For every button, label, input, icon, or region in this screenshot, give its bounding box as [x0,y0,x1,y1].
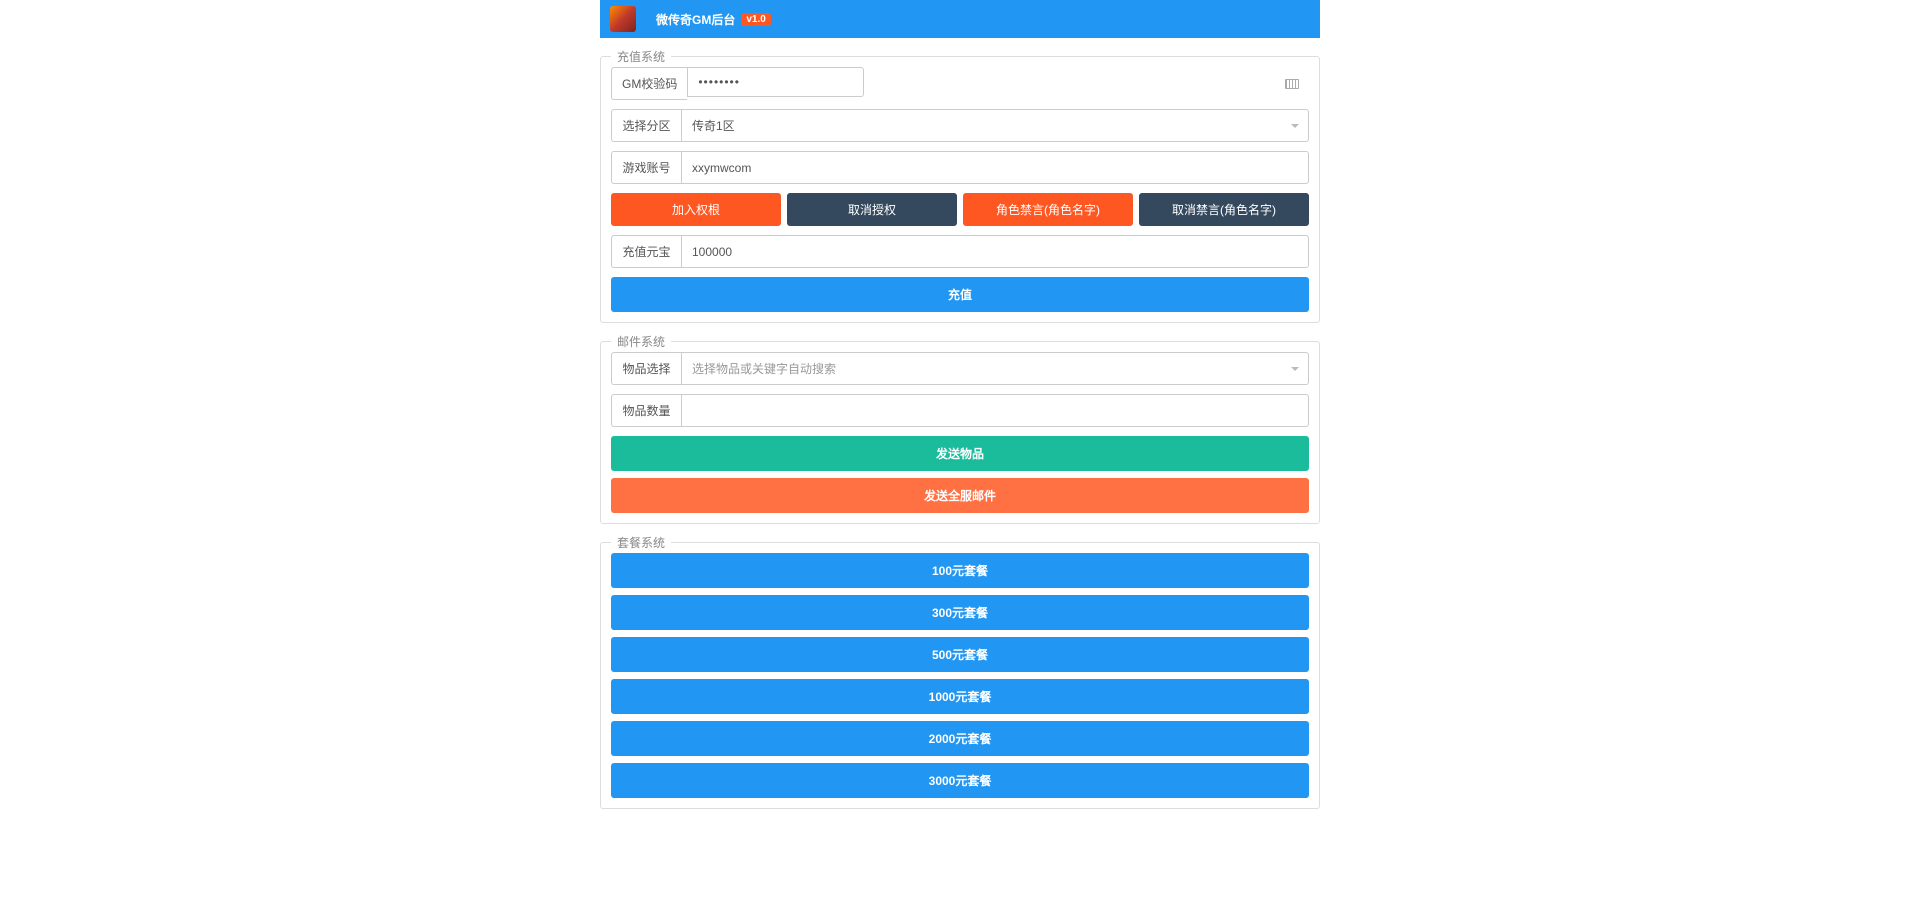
package-button-3000[interactable]: 3000元套餐 [611,763,1309,798]
account-input[interactable] [681,151,1309,184]
package-button-100[interactable]: 100元套餐 [611,553,1309,588]
amount-label: 充值元宝 [611,235,681,268]
recharge-button[interactable]: 充值 [611,277,1309,312]
recharge-panel: 充值系统 GM校验码 选择分区 传奇1区 游戏账号 加入权根 取消授权 角色禁言… [600,56,1320,323]
chevron-down-icon [1291,367,1299,371]
item-select-placeholder: 选择物品或关键字自动搜索 [681,352,1309,385]
amount-input[interactable] [681,235,1309,268]
gm-code-group: GM校验码 [611,67,1309,100]
send-all-mail-button[interactable]: 发送全服邮件 [611,478,1309,513]
header-bar: 微传奇GM后台 v1.0 [600,0,1320,38]
mail-panel: 邮件系统 物品选择 选择物品或关键字自动搜索 物品数量 发送物品 发送全服邮件 [600,341,1320,524]
unban-role-button[interactable]: 取消禁言(角色名字) [1139,193,1309,226]
gm-code-label: GM校验码 [611,67,687,100]
package-legend: 套餐系统 [611,534,671,551]
package-buttons: 100元套餐 300元套餐 500元套餐 1000元套餐 2000元套餐 300… [611,553,1309,798]
send-item-button[interactable]: 发送物品 [611,436,1309,471]
zone-value: 传奇1区 [681,109,1309,142]
package-button-2000[interactable]: 2000元套餐 [611,721,1309,756]
zone-group: 选择分区 传奇1区 [611,109,1309,142]
app-logo [610,6,636,32]
app-title: 微传奇GM后台 [656,11,735,28]
account-label: 游戏账号 [611,151,681,184]
add-auth-button[interactable]: 加入权根 [611,193,781,226]
keyboard-icon[interactable] [1285,79,1299,89]
item-count-label: 物品数量 [611,394,681,427]
mail-legend: 邮件系统 [611,333,671,350]
cancel-auth-button[interactable]: 取消授权 [787,193,957,226]
zone-label: 选择分区 [611,109,681,142]
package-panel: 套餐系统 100元套餐 300元套餐 500元套餐 1000元套餐 2000元套… [600,542,1320,809]
ban-role-button[interactable]: 角色禁言(角色名字) [963,193,1133,226]
item-select-label: 物品选择 [611,352,681,385]
amount-group: 充值元宝 [611,235,1309,268]
recharge-legend: 充值系统 [611,48,671,65]
auth-button-row: 加入权根 取消授权 角色禁言(角色名字) 取消禁言(角色名字) [611,193,1309,226]
package-button-500[interactable]: 500元套餐 [611,637,1309,672]
item-select-group: 物品选择 选择物品或关键字自动搜索 [611,352,1309,385]
package-button-1000[interactable]: 1000元套餐 [611,679,1309,714]
item-count-input[interactable] [681,394,1309,427]
chevron-down-icon [1291,124,1299,128]
item-select[interactable]: 选择物品或关键字自动搜索 [681,352,1309,385]
item-count-group: 物品数量 [611,394,1309,427]
account-group: 游戏账号 [611,151,1309,184]
zone-select[interactable]: 传奇1区 [681,109,1309,142]
package-button-300[interactable]: 300元套餐 [611,595,1309,630]
version-badge: v1.0 [741,13,770,26]
gm-code-input[interactable] [687,67,864,97]
